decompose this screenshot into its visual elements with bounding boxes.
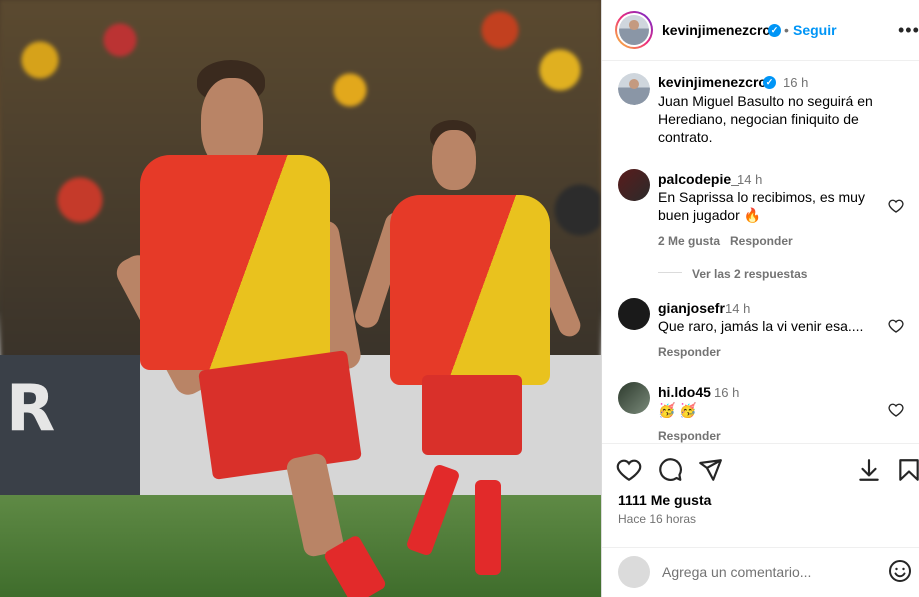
post-details-panel: kevinjimenezcrc ✓ • Seguir ••• kevinjime…: [601, 0, 919, 597]
post-actions: 1111 Me gusta Hace 16 horas: [602, 443, 919, 553]
more-icon[interactable]: •••: [898, 20, 919, 41]
separator-dot: •: [784, 22, 789, 38]
player-background: [352, 120, 590, 597]
player-shorts: [198, 350, 362, 480]
player-jersey: [390, 195, 550, 385]
save-icon[interactable]: [896, 457, 919, 483]
reply-button[interactable]: Responder: [658, 345, 721, 359]
caption-text: Juan Miguel Basulto no seguirá en Heredi…: [658, 93, 873, 145]
caption-username[interactable]: kevinjimenezcrc: [658, 74, 766, 90]
comment-avatar[interactable]: [618, 169, 650, 201]
download-icon[interactable]: [856, 457, 882, 483]
likes-count[interactable]: 1111 Me gusta: [618, 492, 711, 508]
user-avatar: [618, 556, 650, 588]
comment-text: 🥳 🥳: [658, 402, 697, 418]
comment-avatar[interactable]: [618, 382, 650, 414]
player-shorts: [422, 375, 522, 455]
post-date: Hace 16 horas: [618, 512, 697, 526]
player-head: [432, 130, 476, 190]
add-comment-bar: [602, 547, 919, 597]
view-replies-button[interactable]: Ver las 2 respuestas: [692, 267, 807, 281]
replies-divider: [658, 272, 682, 273]
player-sock: [405, 463, 461, 557]
comment-avatar[interactable]: [618, 298, 650, 330]
comment-text: Que raro, jamás la vi venir esa....: [658, 318, 864, 334]
like-comment-icon[interactable]: [888, 198, 904, 214]
post-header: kevinjimenezcrc ✓ • Seguir •••: [602, 0, 919, 61]
player-leg: [285, 451, 345, 559]
comment-time[interactable]: 16 h: [714, 385, 739, 400]
comment-username[interactable]: gianjosefr: [658, 300, 725, 316]
share-icon[interactable]: [697, 457, 723, 483]
emoji-icon[interactable]: [888, 559, 912, 583]
verified-icon: ✓: [768, 24, 781, 37]
author-username[interactable]: kevinjimenezcrc: [662, 22, 770, 38]
verified-icon: ✓: [763, 76, 776, 89]
like-comment-icon[interactable]: [888, 318, 904, 334]
player-foreground: [111, 60, 388, 597]
reply-button[interactable]: Responder: [730, 234, 793, 248]
author-avatar[interactable]: [615, 11, 653, 49]
comment-likes[interactable]: 2 Me gusta: [658, 234, 720, 248]
comment-username[interactable]: hi.ldo45: [658, 384, 711, 400]
comment-icon[interactable]: [657, 457, 683, 483]
banner-text: R: [6, 372, 62, 446]
heart-icon[interactable]: [616, 457, 642, 483]
caption-avatar[interactable]: [618, 73, 650, 105]
follow-button[interactable]: Seguir: [793, 22, 837, 38]
player-jersey: [140, 155, 330, 370]
reply-button[interactable]: Responder: [658, 429, 721, 443]
post-image[interactable]: R: [0, 0, 601, 597]
caption-time[interactable]: 16 h: [783, 75, 808, 90]
comment-time[interactable]: 14 h: [737, 172, 762, 187]
comment-username[interactable]: palcodepie_: [658, 171, 739, 187]
comment-input[interactable]: [662, 561, 872, 583]
comment-text: En Saprissa lo recibimos, es muy buen ju…: [658, 189, 865, 223]
like-comment-icon[interactable]: [888, 402, 904, 418]
comment-time[interactable]: 14 h: [725, 301, 750, 316]
player-sock: [475, 480, 501, 575]
